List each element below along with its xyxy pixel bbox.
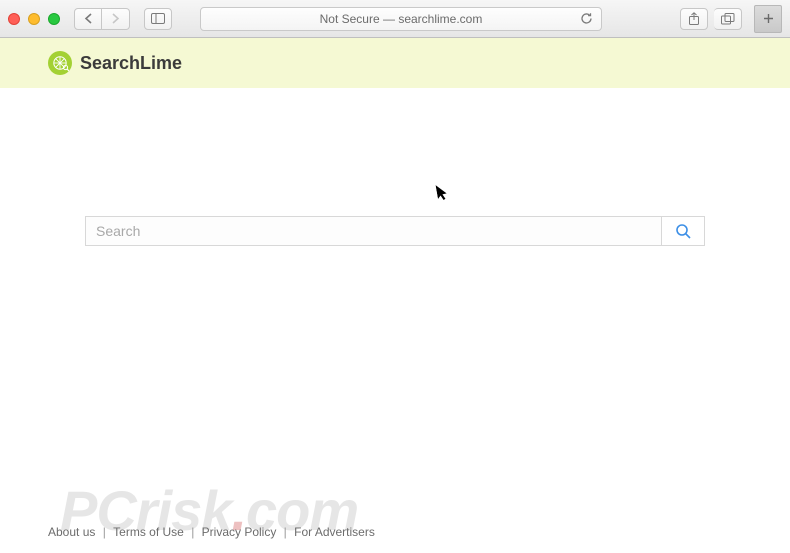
- close-window-button[interactable]: [8, 13, 20, 25]
- address-text: Not Secure — searchlime.com: [320, 12, 483, 26]
- search-icon: [675, 223, 691, 239]
- footer-separator: |: [188, 525, 198, 539]
- back-button[interactable]: [74, 8, 102, 30]
- footer-link-privacy[interactable]: Privacy Policy: [202, 525, 277, 539]
- brand-header: SearchLime: [0, 38, 790, 88]
- address-bar[interactable]: Not Secure — searchlime.com: [200, 7, 602, 31]
- mouse-cursor-icon: [436, 183, 451, 203]
- minimize-window-button[interactable]: [28, 13, 40, 25]
- search-input[interactable]: [85, 216, 661, 246]
- search-area: [0, 216, 790, 246]
- share-button[interactable]: [680, 8, 708, 30]
- logo-text: SearchLime: [80, 53, 182, 74]
- footer-link-about[interactable]: About us: [48, 525, 95, 539]
- window-controls: [8, 13, 60, 25]
- new-tab-button[interactable]: [754, 5, 782, 33]
- sidebar-toggle-button[interactable]: [144, 8, 172, 30]
- footer-separator: |: [99, 525, 109, 539]
- footer-separator: |: [280, 525, 290, 539]
- reload-icon[interactable]: [580, 12, 593, 25]
- page-content: SearchLime PCrisk.com About us | Terms o…: [0, 38, 790, 553]
- nav-back-forward-group: [74, 8, 130, 30]
- lime-icon: [48, 51, 72, 75]
- footer-link-terms[interactable]: Terms of Use: [113, 525, 184, 539]
- footer-links: About us | Terms of Use | Privacy Policy…: [48, 525, 375, 539]
- search-form: [85, 216, 705, 246]
- browser-toolbar: Not Secure — searchlime.com: [0, 0, 790, 38]
- maximize-window-button[interactable]: [48, 13, 60, 25]
- logo[interactable]: SearchLime: [48, 51, 182, 75]
- tabs-button[interactable]: [714, 8, 742, 30]
- footer-link-advertisers[interactable]: For Advertisers: [294, 525, 375, 539]
- forward-button[interactable]: [102, 8, 130, 30]
- toolbar-right-group: [680, 8, 742, 30]
- search-button[interactable]: [661, 216, 705, 246]
